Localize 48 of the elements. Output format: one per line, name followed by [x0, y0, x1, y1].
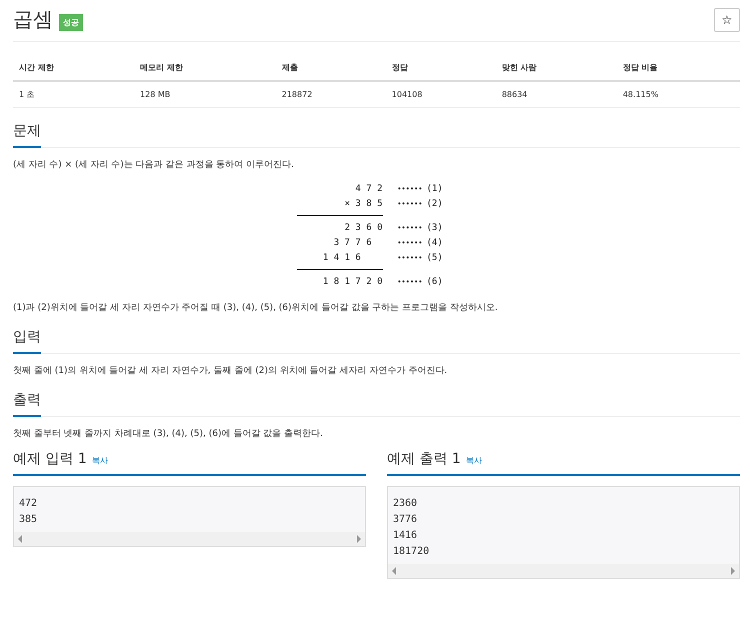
code-line: 181720: [393, 545, 430, 559]
right-arrow-icon: [357, 535, 361, 543]
position-label: (5): [426, 252, 443, 262]
table-cell: 48.115%: [616, 81, 740, 108]
digits-text: 4 7 2: [354, 184, 382, 194]
section-heading: 문제: [13, 122, 41, 148]
digits-text: 3 7 7 6: [332, 238, 373, 248]
copy-link[interactable]: 복사: [466, 455, 482, 466]
sample-heading: 예제 출력 1: [387, 450, 461, 468]
digits-text: 1 4 1 6: [322, 252, 362, 262]
section-heading: 출력: [13, 391, 41, 417]
table-cell: 88634: [496, 81, 617, 108]
sample-heading: 예제 입력 1: [13, 450, 87, 468]
favorite-button[interactable]: ☆: [714, 8, 740, 32]
code-line: 385: [19, 513, 38, 527]
right-arrow-icon: [731, 567, 735, 575]
column-header: 정답 비율: [616, 56, 740, 81]
code-line: 472: [19, 497, 38, 511]
digits-text: 2 3 6 0: [344, 222, 382, 232]
position-label: (4): [426, 238, 443, 248]
column-header: 정답: [386, 56, 496, 81]
table-cell: 128 MB: [134, 81, 276, 108]
paragraph: 첫째 줄부터 넷째 줄까지 차례대로 (3), (4), (5), (6)에 들어갈 값을 출력한다.: [13, 428, 324, 440]
position-label: (3): [426, 222, 443, 232]
left-arrow-icon: [392, 567, 396, 575]
code-line: 2360: [393, 497, 418, 511]
section-heading: 입력: [13, 328, 41, 354]
position-label: (2): [426, 198, 443, 208]
left-arrow-icon: [18, 535, 22, 543]
table-cell: 104108: [386, 81, 496, 108]
digits-text: 1 8 1 7 2 0: [322, 276, 382, 286]
table-cell: 218872: [276, 81, 386, 108]
digits-text: × 3 8 5: [344, 198, 382, 208]
column-header: 메모리 제한: [134, 56, 276, 81]
copy-link[interactable]: 복사: [92, 455, 108, 466]
column-header: 제출: [276, 56, 386, 81]
code-line: 3776: [393, 513, 418, 527]
position-label: (1): [426, 184, 443, 194]
paragraph: (세 자리 수) × (세 자리 수)는 다음과 같은 과정을 통하여 이루어진다.: [13, 159, 295, 171]
position-label: (6): [426, 276, 443, 286]
table-cell: 1 초: [13, 81, 134, 108]
column-header: 시간 제한: [13, 56, 134, 81]
paragraph: (1)과 (2)위치에 들어갈 세 자리 자연수가 주어질 때 (3), (4), (5), (6)위치에 들어갈 값을 구하는 프로그램을 작성하시오.: [13, 302, 499, 314]
problem-title: 곱셈: [13, 6, 53, 33]
paragraph: 첫째 줄에 (1)의 위치에 들어갈 세 자리 자연수가, 둘째 줄에 (2)의 위치에 들어갈 세자리 자연수가 주어진다.: [13, 365, 448, 377]
column-header: 맞힌 사람: [496, 56, 617, 81]
result-badge: 성공: [59, 14, 83, 31]
code-line: 1416: [393, 529, 418, 543]
